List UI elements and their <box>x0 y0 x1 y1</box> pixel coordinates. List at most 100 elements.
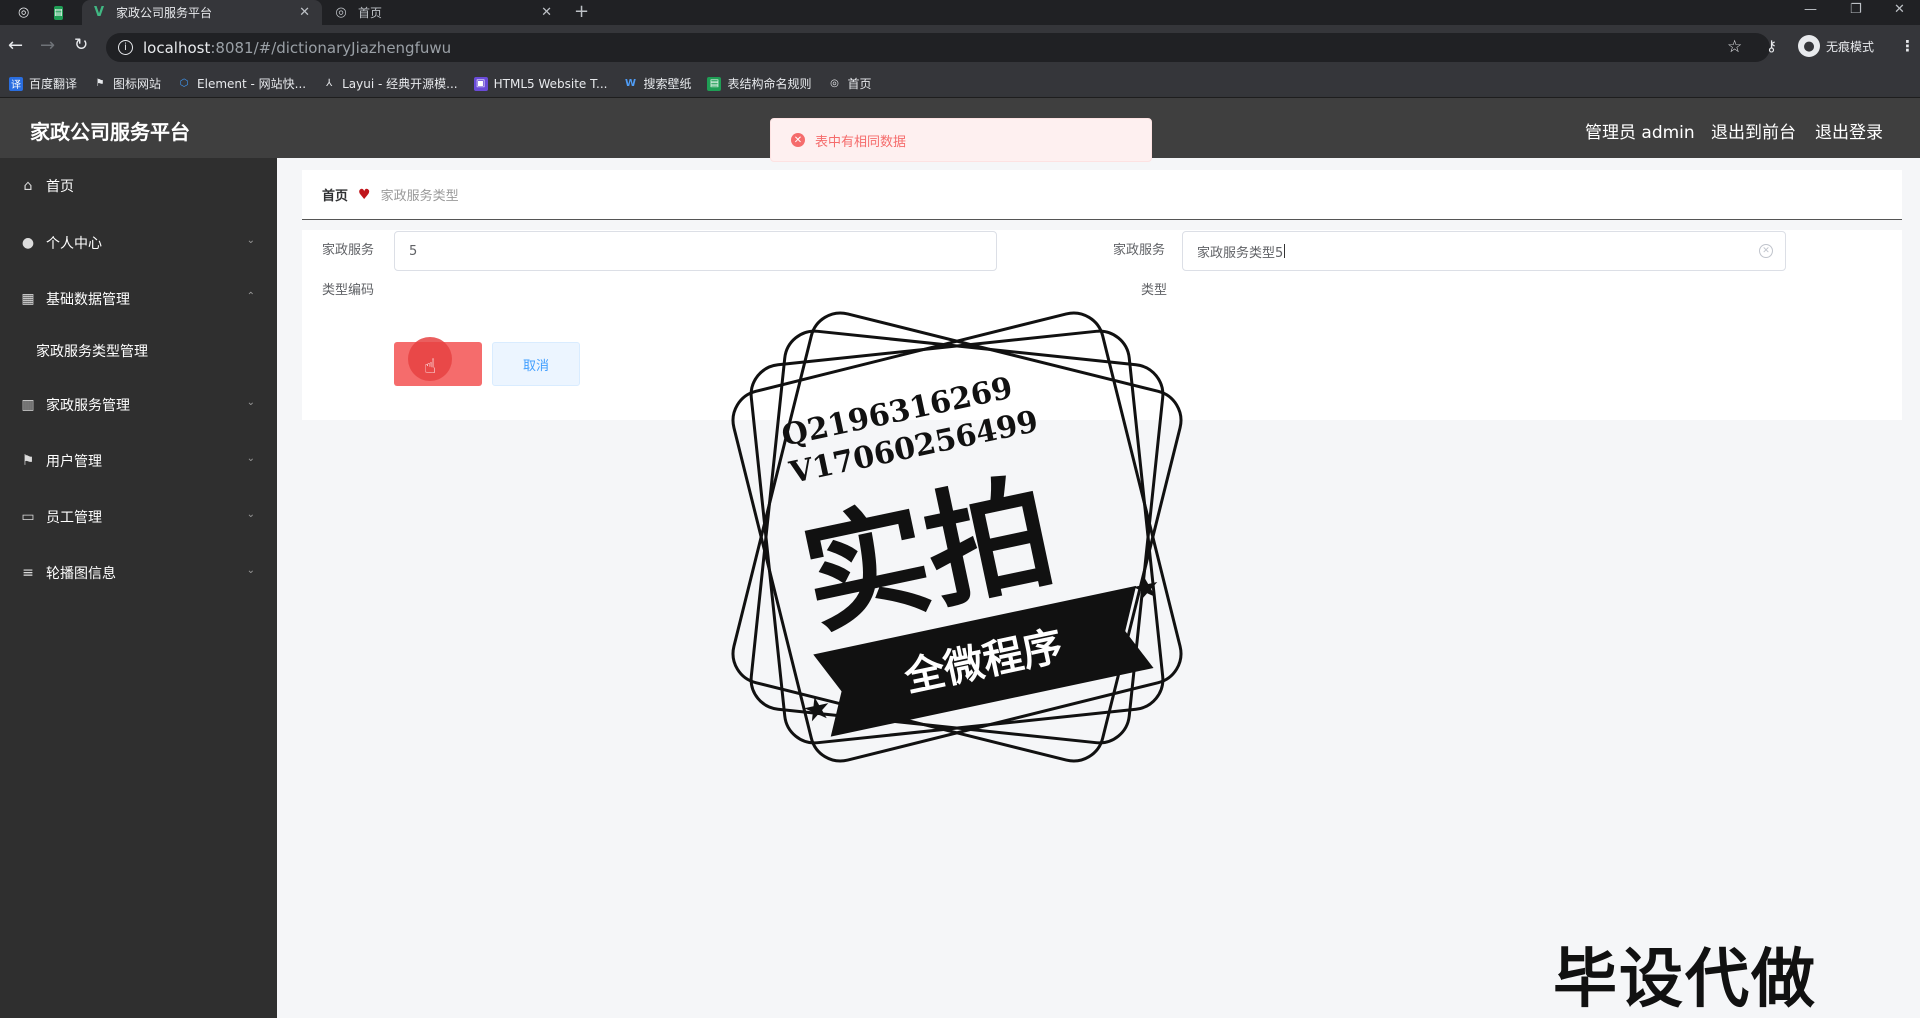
chevron-down-icon: ⌄ <box>246 509 255 520</box>
sidebar-item-profile[interactable]: ● 个人中心 ⌄ <box>0 223 277 263</box>
bookmark-item[interactable]: ⬡ Element - 网站快... <box>177 75 306 92</box>
heart-icon: ♥ <box>358 186 371 203</box>
back-to-front-link[interactable]: 退出到前台 <box>1711 118 1796 143</box>
admin-label: 管理员 admin <box>1585 123 1695 143</box>
bookmark-label: Layui - 经典开源模... <box>342 77 458 91</box>
sidebar-item-label: 轮播图信息 <box>46 566 116 582</box>
bookmark-item[interactable]: ⅄ Layui - 经典开源模... <box>322 75 458 92</box>
chart-icon: ▥ <box>21 397 35 413</box>
app-title: 家政公司服务平台 <box>30 120 190 144</box>
sidebar-item-label: 员工管理 <box>46 510 102 526</box>
bookmark-label: 搜索壁纸 <box>643 77 692 91</box>
incognito-icon: ● <box>1798 35 1820 57</box>
star-icon: ★ <box>799 687 835 730</box>
code-label-line1: 家政服务 <box>322 243 375 258</box>
bookmark-label: Element - 网站快... <box>197 77 307 91</box>
chevron-down-icon: ⌄ <box>246 565 255 576</box>
new-tab-icon[interactable]: + <box>574 1 589 22</box>
sidebar-item-users[interactable]: ⚑ 用户管理 ⌄ <box>0 441 277 481</box>
sidebar-item-label: 家政服务类型管理 <box>36 344 148 360</box>
bookmark-label: 表结构命名规则 <box>727 77 812 91</box>
sidebar-item-label: 用户管理 <box>46 454 102 470</box>
error-toast: ✕ 表中有相同数据 <box>770 118 1152 162</box>
chevron-down-icon: ⌄ <box>246 397 255 408</box>
translate-icon: 译 <box>9 76 23 91</box>
code-label-line2: 类型编码 <box>322 283 375 298</box>
close-icon[interactable]: ✕ <box>299 5 310 20</box>
sidebar-item-service-management[interactable]: ▥ 家政服务管理 ⌄ <box>0 385 277 425</box>
tab-active[interactable]: V 家政公司服务平台 ✕ <box>82 0 322 25</box>
error-circle-icon: ✕ <box>791 133 805 147</box>
forward-icon[interactable]: → <box>40 35 55 56</box>
bookmark-item[interactable]: ▤ 表结构命名规则 <box>707 75 811 92</box>
url-input[interactable]: i localhost:8081/#/dictionaryJiazhengfuw… <box>106 33 1770 62</box>
sidebar-item-label: 家政服务管理 <box>46 398 130 414</box>
star-icon: ★ <box>1128 566 1164 609</box>
watermark-stamp: Q2196316269 V17060256499 实拍 全微程序 ★ ★ <box>731 311 1183 763</box>
tab-title: 家政公司服务平台 <box>116 6 213 20</box>
toast-message: 表中有相同数据 <box>815 134 907 150</box>
breadcrumb: 首页 ♥ 家政服务类型 <box>302 170 1902 220</box>
user-icon: ● <box>21 235 35 251</box>
sidebar-item-staff[interactable]: ▭ 员工管理 ⌄ <box>0 497 277 537</box>
element-logo-icon: ⬡ <box>179 78 189 89</box>
text-caret <box>1284 244 1286 258</box>
grid-icon: ▦ <box>21 291 35 307</box>
wallpaper-icon: W <box>624 78 636 89</box>
bookmark-label: HTML5 Website T... <box>493 76 608 91</box>
service-type-name-input[interactable]: 家政服务类型5 ✕ <box>1182 231 1786 271</box>
logout-link[interactable]: 退出登录 <box>1815 118 1883 143</box>
window-close-icon[interactable]: ✕ <box>1894 2 1905 17</box>
tab-sheet-pinned[interactable]: ▤ <box>44 0 76 25</box>
info-icon[interactable]: i <box>118 40 133 55</box>
breadcrumb-home[interactable]: 首页 <box>322 185 348 204</box>
flag-icon: ⚑ <box>21 453 35 469</box>
bookmark-star-icon[interactable]: ☆ <box>1727 37 1742 57</box>
breadcrumb-current: 家政服务类型 <box>380 189 459 204</box>
sidebar: ⌂ 首页 ● 个人中心 ⌄ ▦ 基础数据管理 ⌃ 家政服务类型管理 ▥ 家政服务… <box>0 158 277 1018</box>
service-type-code-input[interactable]: 5 <box>394 231 997 271</box>
bookmark-label: 首页 <box>847 77 872 91</box>
flag-icon: ⚑ <box>95 78 105 89</box>
bookmark-item[interactable]: W 搜索壁纸 <box>623 75 692 92</box>
clear-icon[interactable]: ✕ <box>1759 244 1773 258</box>
minimize-icon[interactable]: — <box>1804 2 1817 17</box>
sidebar-item-base-data[interactable]: ▦ 基础数据管理 ⌃ <box>0 279 277 319</box>
sidebar-subitem-service-type[interactable]: 家政服务类型管理 <box>0 331 277 371</box>
code-value: 5 <box>409 243 418 259</box>
url-path: :8081/#/dictionaryJiazhengfuwu <box>210 38 452 57</box>
menu-dots-icon[interactable]: ⋮ <box>1900 37 1915 55</box>
bookmark-item[interactable]: ▣ HTML5 Website T... <box>473 76 608 91</box>
restore-icon[interactable]: ❐ <box>1850 2 1862 17</box>
submit-button[interactable]: ☝ <box>394 337 482 386</box>
bookmark-item[interactable]: 译百度翻译 <box>9 75 77 92</box>
incognito-indicator[interactable]: ● 无痕模式 <box>1798 35 1874 57</box>
sidebar-item-home[interactable]: ⌂ 首页 <box>0 166 277 206</box>
layui-logo-icon: ⅄ <box>326 78 333 89</box>
card-icon: ▭ <box>21 509 35 525</box>
close-icon[interactable]: ✕ <box>541 5 552 20</box>
tab-icon-button[interactable]: ◎ <box>8 0 40 25</box>
url-host: localhost <box>143 38 211 57</box>
key-icon[interactable]: ⚷ <box>1766 37 1777 55</box>
bookmark-label: 图标网站 <box>113 77 162 91</box>
back-icon[interactable]: ← <box>8 35 23 56</box>
home-icon: ⌂ <box>23 178 33 194</box>
incognito-label: 无痕模式 <box>1826 39 1875 54</box>
type-value: 家政服务类型5 <box>1197 245 1284 261</box>
globe-icon: ◎ <box>830 78 839 89</box>
watermark-bottom-text: 毕设代做 <box>1553 943 1817 1017</box>
sidebar-item-label: 首页 <box>46 179 74 195</box>
sidebar-item-label: 个人中心 <box>46 236 102 252</box>
bookmark-item[interactable]: ◎ 首页 <box>827 75 871 92</box>
chevron-down-icon: ⌄ <box>246 235 255 246</box>
cancel-button[interactable]: 取消 <box>492 342 580 386</box>
bookmark-item[interactable]: ⚑ 图标网站 <box>93 75 162 92</box>
reload-icon[interactable]: ↻ <box>74 35 88 55</box>
tab-inactive[interactable]: ◎ 首页 ✕ <box>324 0 564 25</box>
tab-title: 首页 <box>358 6 383 20</box>
chevron-up-icon: ⌃ <box>246 291 255 302</box>
sidebar-item-carousel[interactable]: ≡ 轮播图信息 ⌄ <box>0 553 277 593</box>
html5-template-icon: ▣ <box>473 76 488 91</box>
bookmark-label: 百度翻译 <box>29 77 78 91</box>
